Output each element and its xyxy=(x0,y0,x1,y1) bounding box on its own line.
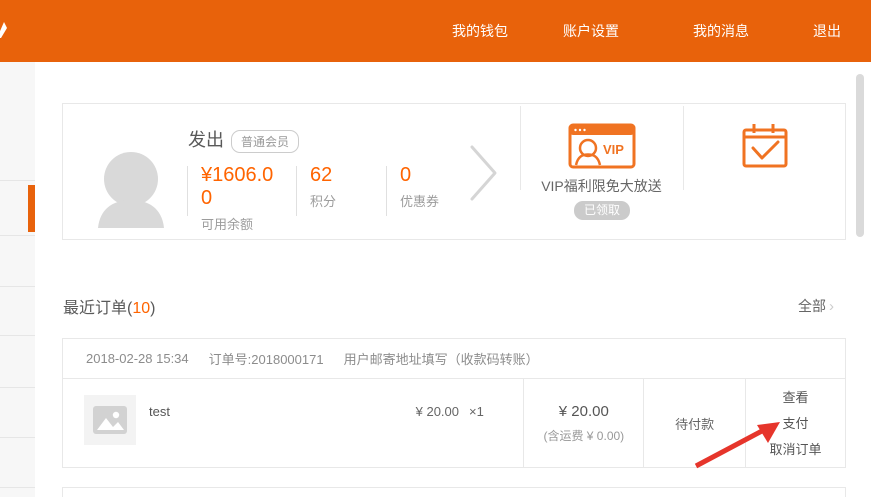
coupons-label: 优惠券 xyxy=(400,191,470,210)
order-status-cell: 待付款 xyxy=(643,379,745,467)
coupons-value: 0 xyxy=(400,164,470,187)
recent-orders-prefix: 最近订单( xyxy=(63,300,132,317)
user-summary-card: 发出 普通会员 ¥1606.00 可用余额 62 积分 0 优惠券 xyxy=(62,103,846,240)
divider xyxy=(683,106,684,190)
image-placeholder-icon xyxy=(93,406,127,434)
cancel-order-link[interactable]: 取消订单 xyxy=(770,443,822,456)
sidebar-profile-block[interactable] xyxy=(0,62,35,181)
sidebar-item[interactable] xyxy=(0,488,35,497)
pay-order-link[interactable]: 支付 xyxy=(783,417,809,430)
vip-browser-icon[interactable]: VIP xyxy=(568,123,636,174)
product-name[interactable]: test xyxy=(149,404,170,419)
all-orders-label: 全部 xyxy=(798,298,826,314)
order-actions-cell: 查看 支付 取消订单 xyxy=(745,379,845,467)
order-datetime: 2018-02-28 15:34 xyxy=(86,351,189,366)
nav-my-messages[interactable]: 我的消息 xyxy=(693,0,749,62)
sidebar-item[interactable] xyxy=(0,388,35,438)
order-card: 2018-02-28 15:34 订单号:2018000171 用户邮寄地址填写… xyxy=(62,338,846,468)
nav-my-wallet[interactable]: 我的钱包 xyxy=(452,0,508,62)
svg-text:VIP: VIP xyxy=(603,142,624,157)
balance-value: ¥1606.00 xyxy=(201,164,281,210)
recent-orders-title: 最近订单(10) xyxy=(63,294,155,318)
order-item-cell: test ¥ 20.00 ×1 xyxy=(63,379,523,467)
avatar-person-icon xyxy=(97,150,165,233)
recent-orders-suffix: ) xyxy=(150,300,155,317)
order-total: ¥ 20.00 xyxy=(559,403,609,420)
order-header-row: 2018-02-28 15:34 订单号:2018000171 用户邮寄地址填写… xyxy=(63,339,845,379)
product-price: ¥ 20.00 xyxy=(399,404,459,419)
chevron-right-small-icon: › xyxy=(829,298,834,315)
order-total-cell: ¥ 20.00 (含运费 ¥ 0.00) xyxy=(523,379,643,467)
sidebar-item[interactable] xyxy=(0,438,35,488)
product-thumbnail[interactable] xyxy=(84,395,136,445)
account-stats: ¥1606.00 可用余额 62 积分 0 优惠券 xyxy=(187,164,470,233)
page: 我的钱包 账户设置 我的消息 退出 发出 普通会员 ¥1606.00 可用 xyxy=(0,0,871,497)
logo-icon xyxy=(0,22,7,38)
claimed-button[interactable]: 已领取 xyxy=(574,201,630,220)
view-order-link[interactable]: 查看 xyxy=(783,391,809,404)
calendar-check-icon[interactable] xyxy=(740,121,790,176)
points-label: 积分 xyxy=(310,191,386,210)
top-header: 我的钱包 账户设置 我的消息 退出 xyxy=(0,0,871,62)
sidebar xyxy=(0,62,35,497)
order-item-row: test ¥ 20.00 ×1 ¥ 20.00 (含运费 ¥ 0.00) 待付款… xyxy=(63,379,845,467)
order-status: 待付款 xyxy=(675,414,714,433)
vip-promo-section: VIP VIP福利限免大放送 已领取 xyxy=(520,104,683,239)
coupons-stat[interactable]: 0 优惠券 xyxy=(386,164,470,233)
next-order-card-partial xyxy=(62,487,846,497)
nav-account-settings[interactable]: 账户设置 xyxy=(563,0,619,62)
points-stat[interactable]: 62 积分 xyxy=(296,164,386,233)
member-level-badge: 普通会员 xyxy=(231,130,299,153)
vip-promo-title: VIP福利限免大放送 xyxy=(520,176,683,196)
sidebar-active-indicator xyxy=(28,185,35,232)
nav-logout[interactable]: 退出 xyxy=(813,0,841,62)
scrollbar-thumb[interactable] xyxy=(856,74,864,237)
sidebar-item[interactable] xyxy=(0,287,35,336)
all-orders-link[interactable]: 全部› xyxy=(798,296,834,316)
product-quantity: ×1 xyxy=(469,404,484,419)
orders-count: 10 xyxy=(132,300,150,317)
balance-label: 可用余额 xyxy=(201,214,296,233)
order-address-note: 用户邮寄地址填写（收款码转账） xyxy=(344,349,539,368)
sidebar-item[interactable] xyxy=(0,236,35,287)
shipping-note: (含运费 ¥ 0.00) xyxy=(543,427,624,444)
sidebar-item-active[interactable] xyxy=(0,181,35,236)
chevron-right-icon[interactable] xyxy=(469,144,499,207)
username: 发出 xyxy=(188,126,224,152)
balance-stat[interactable]: ¥1606.00 可用余额 xyxy=(187,164,296,233)
points-value: 62 xyxy=(310,164,386,187)
sidebar-item[interactable] xyxy=(0,336,35,388)
order-number: 订单号:2018000171 xyxy=(209,349,324,368)
